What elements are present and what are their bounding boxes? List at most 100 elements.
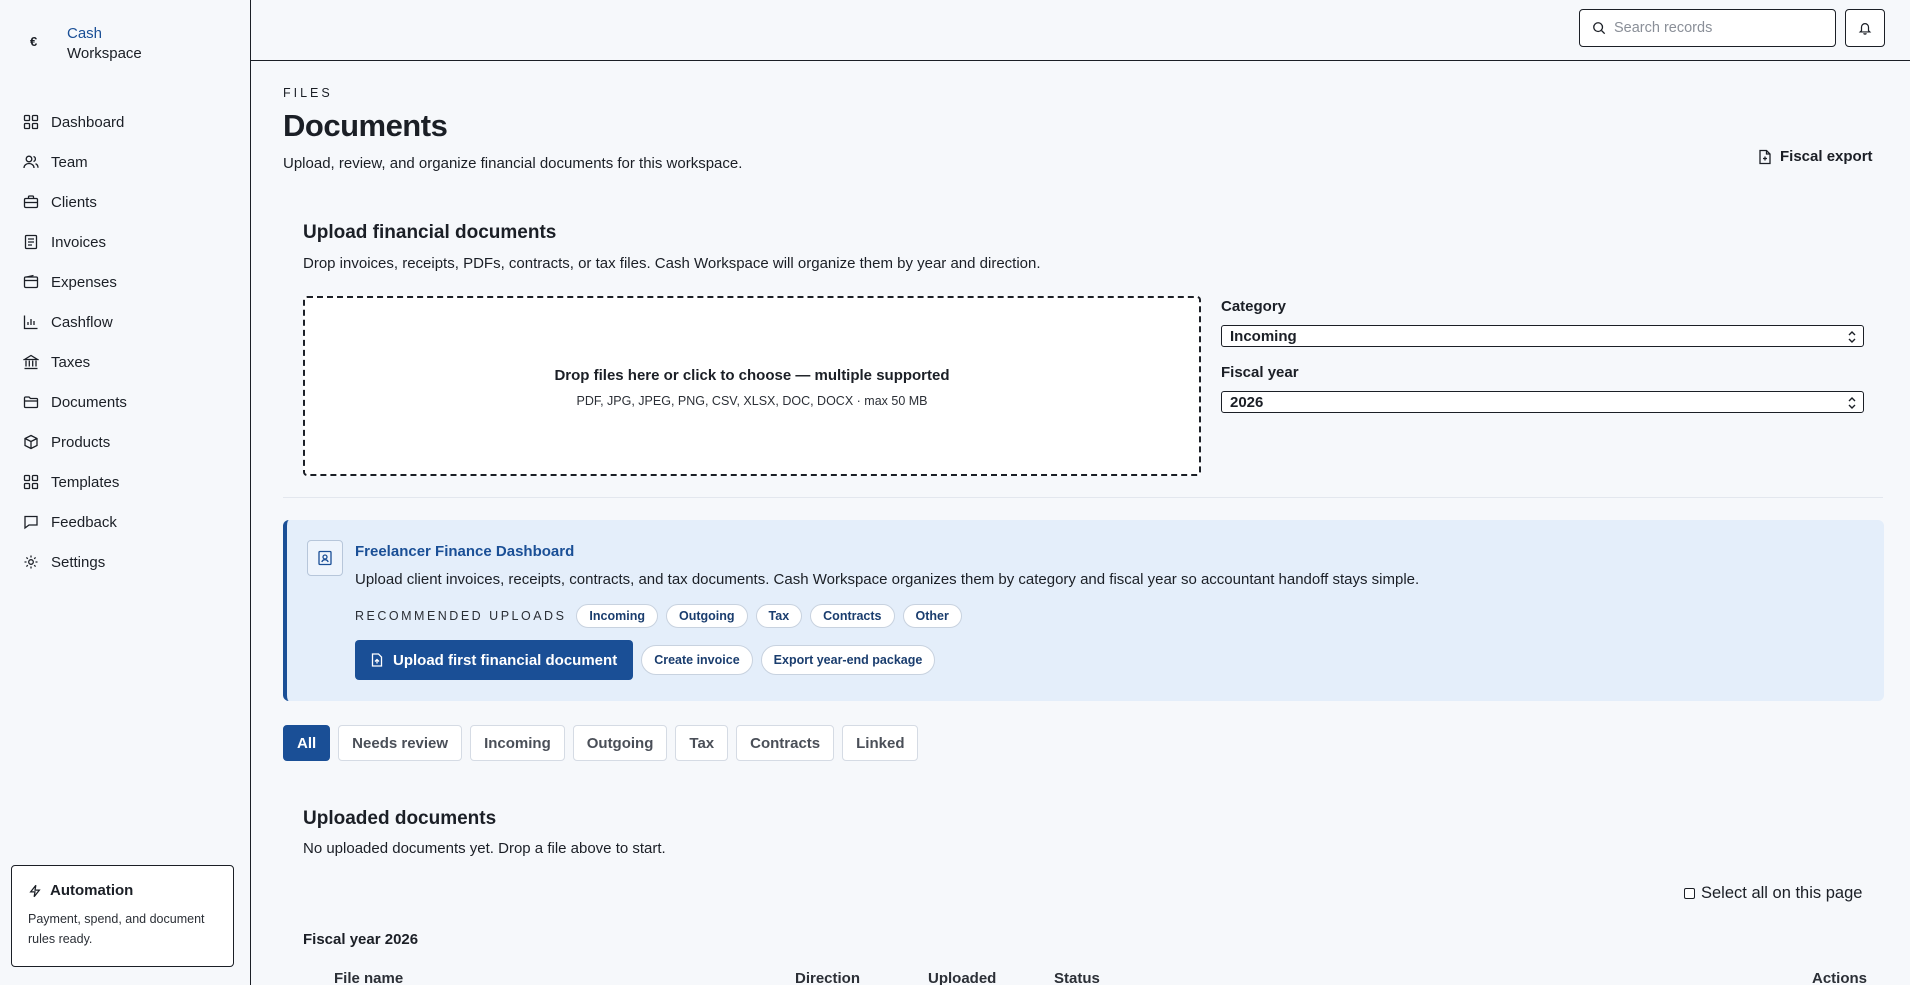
sidebar-item-label: Templates bbox=[51, 473, 120, 491]
sidebar-item-settings[interactable]: Settings bbox=[0, 542, 250, 582]
briefcase-icon bbox=[23, 195, 39, 209]
sidebar-item-invoices[interactable]: Invoices bbox=[0, 222, 250, 262]
sidebar-item-label: Team bbox=[51, 153, 88, 171]
brand-mark: € bbox=[30, 34, 38, 49]
sidebar-item-cashflow[interactable]: Cashflow bbox=[0, 302, 250, 342]
select-all-checkbox[interactable]: Select all on this page bbox=[1684, 884, 1862, 903]
sidebar-item-products[interactable]: Products bbox=[0, 422, 250, 462]
chip-other[interactable]: Other bbox=[902, 604, 962, 628]
page-subtitle: Upload, review, and organize financial d… bbox=[283, 155, 743, 172]
sidebar-item-label: Dashboard bbox=[51, 113, 125, 131]
create-invoice-button[interactable]: Create invoice bbox=[641, 645, 753, 675]
zap-icon bbox=[29, 884, 41, 897]
gear-icon bbox=[24, 555, 38, 569]
tab-linked[interactable]: Linked bbox=[842, 725, 919, 761]
contact-card-icon bbox=[318, 550, 332, 566]
checkbox-icon bbox=[1684, 888, 1695, 899]
search-box[interactable] bbox=[1579, 9, 1836, 47]
search-input[interactable] bbox=[1614, 20, 1814, 36]
brand-logo[interactable]: € Cash Workspace bbox=[30, 24, 142, 64]
tab-contracts[interactable]: Contracts bbox=[736, 725, 835, 761]
sidebar-item-templates[interactable]: Templates bbox=[0, 462, 250, 502]
brand-sub: Workspace bbox=[67, 45, 142, 62]
chip-contracts[interactable]: Contracts bbox=[810, 604, 895, 628]
select-all-label: Select all on this page bbox=[1701, 884, 1863, 902]
tab-tax[interactable]: Tax bbox=[675, 725, 729, 761]
section-divider bbox=[283, 497, 1883, 498]
upload-first-document-label: Upload first financial document bbox=[393, 651, 618, 669]
chip-outgoing[interactable]: Outgoing bbox=[665, 604, 748, 628]
sidebar-item-feedback[interactable]: Feedback bbox=[0, 502, 250, 542]
tab-all[interactable]: All bbox=[283, 725, 331, 761]
layout-icon bbox=[23, 474, 39, 490]
chevron-updown-icon bbox=[1848, 331, 1856, 343]
sidebar-item-label: Settings bbox=[51, 553, 106, 571]
sidebar-item-label: Cashflow bbox=[51, 313, 113, 331]
tab-incoming[interactable]: Incoming bbox=[470, 725, 565, 761]
wallet-icon bbox=[23, 274, 39, 289]
sidebar-item-label: Documents bbox=[51, 393, 127, 411]
chevron-updown-icon bbox=[1848, 397, 1856, 409]
package-icon bbox=[24, 434, 38, 450]
file-dropzone[interactable]: Drop files here or click to choose — mul… bbox=[303, 296, 1201, 476]
fiscal-export-label: Fiscal export bbox=[1780, 148, 1873, 165]
export-year-end-button[interactable]: Export year-end package bbox=[760, 645, 936, 675]
sidebar-item-team[interactable]: Team bbox=[0, 142, 250, 182]
category-select-value: Incoming bbox=[1230, 327, 1297, 345]
fiscal-year-group-label: Fiscal year 2026 bbox=[303, 931, 419, 948]
tab-outgoing[interactable]: Outgoing bbox=[572, 725, 668, 761]
sidebar-item-clients[interactable]: Clients bbox=[0, 182, 250, 222]
onboarding-banner: Freelancer Finance Dashboard Upload clie… bbox=[283, 520, 1884, 701]
sidebar-item-label: Expenses bbox=[51, 273, 117, 291]
tab-needs-review[interactable]: Needs review bbox=[338, 725, 463, 761]
column-header-file-name[interactable]: File name bbox=[334, 970, 403, 985]
sidebar-item-label: Clients bbox=[51, 193, 97, 211]
filter-tabs: All Needs review Incoming Outgoing Tax C… bbox=[283, 725, 926, 761]
file-export-icon bbox=[1759, 149, 1771, 164]
sidebar-item-expenses[interactable]: Expenses bbox=[0, 262, 250, 302]
notifications-button[interactable] bbox=[1845, 9, 1885, 47]
sidebar-item-dashboard[interactable]: Dashboard bbox=[0, 102, 250, 142]
sidebar-item-taxes[interactable]: Taxes bbox=[0, 342, 250, 382]
landmark-icon bbox=[23, 354, 39, 370]
sidebar-item-label: Taxes bbox=[51, 353, 91, 371]
sidebar-item-label: Invoices bbox=[51, 233, 107, 251]
banner-actions: Upload first financial document Create i… bbox=[355, 640, 936, 680]
sidebar: € Cash Workspace Dashboard Team Clients … bbox=[0, 0, 251, 985]
banner-description: Upload client invoices, receipts, contra… bbox=[355, 571, 1420, 588]
column-header-direction[interactable]: Direction bbox=[795, 970, 860, 985]
automation-card[interactable]: Automation Payment, spend, and document … bbox=[11, 865, 234, 967]
chip-incoming[interactable]: Incoming bbox=[576, 604, 658, 628]
bell-icon bbox=[1858, 23, 1872, 35]
bar-chart-icon bbox=[23, 315, 38, 330]
column-header-uploaded[interactable]: Uploaded bbox=[928, 970, 996, 985]
upload-section-title: Upload financial documents bbox=[303, 222, 557, 243]
dropzone-formats-text: PDF, JPG, JPEG, PNG, CSV, XLSX, DOC, DOC… bbox=[576, 394, 928, 408]
category-label: Category bbox=[1221, 298, 1287, 315]
fiscal-year-select[interactable]: 2026 bbox=[1221, 391, 1864, 413]
upload-first-document-button[interactable]: Upload first financial document bbox=[355, 640, 634, 680]
recommended-uploads-label: RECOMMENDED UPLOADS bbox=[355, 609, 567, 623]
automation-description: Payment, spend, and document rules ready… bbox=[28, 912, 205, 946]
users-icon bbox=[23, 155, 39, 169]
upload-section-subtitle: Drop invoices, receipts, PDFs, contracts… bbox=[303, 255, 1041, 272]
banner-icon bbox=[307, 540, 343, 576]
brand-name: Cash bbox=[67, 25, 103, 42]
page-eyebrow: FILES bbox=[283, 86, 333, 100]
automation-title: Automation bbox=[50, 882, 134, 899]
page-title: Documents bbox=[283, 108, 448, 143]
chip-tax[interactable]: Tax bbox=[755, 604, 803, 628]
fiscal-export-button[interactable]: Fiscal export bbox=[1758, 148, 1873, 165]
category-select[interactable]: Incoming bbox=[1221, 325, 1864, 347]
folder-icon bbox=[23, 396, 39, 409]
sidebar-item-label: Products bbox=[51, 433, 111, 451]
search-icon bbox=[1593, 22, 1606, 35]
column-header-status[interactable]: Status bbox=[1054, 970, 1100, 985]
uploaded-documents-empty-text: No uploaded documents yet. Drop a file a… bbox=[303, 840, 666, 857]
banner-title: Freelancer Finance Dashboard bbox=[355, 543, 575, 560]
file-upload-icon bbox=[371, 653, 383, 667]
sidebar-item-documents[interactable]: Documents bbox=[0, 382, 250, 422]
topbar bbox=[251, 0, 1910, 61]
uploaded-documents-title: Uploaded documents bbox=[303, 808, 497, 829]
sidebar-item-label: Feedback bbox=[51, 513, 117, 531]
